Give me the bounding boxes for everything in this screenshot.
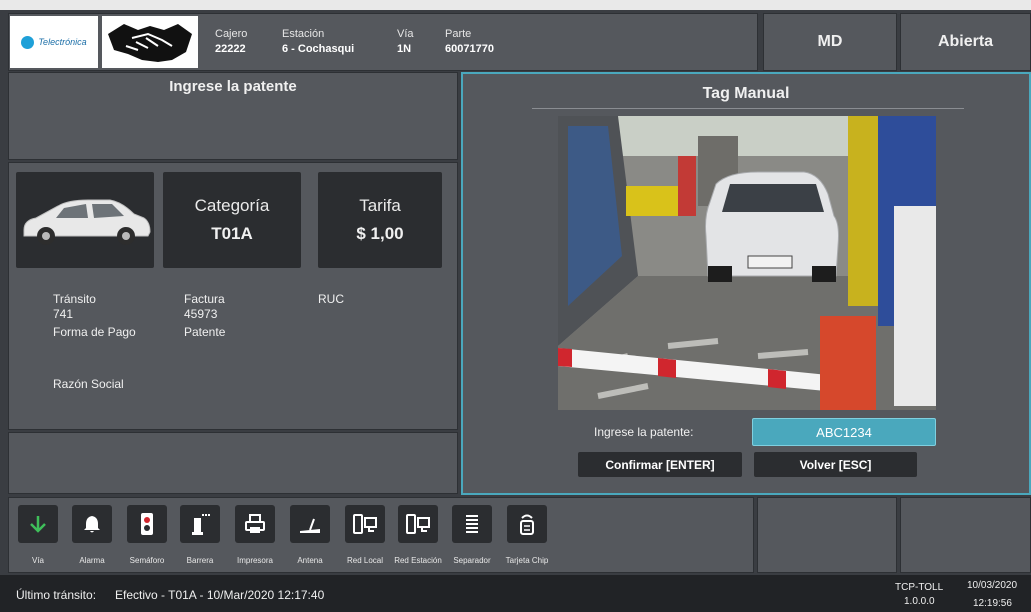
footer-date: 10/03/2020	[967, 580, 1018, 591]
top-strip	[0, 0, 1031, 10]
antenna-icon	[300, 518, 320, 533]
ruc-label: RUC	[318, 292, 344, 306]
toolbar-label-separador: Separador	[453, 556, 491, 565]
message-panel	[8, 432, 458, 494]
telectronica-logo: Telectrónica	[10, 16, 98, 68]
red-estacion-button[interactable]	[398, 505, 438, 543]
antena-button[interactable]	[290, 505, 330, 543]
network-icon	[406, 514, 430, 534]
toolbar-label-impresora: Impresora	[236, 556, 273, 565]
patente-label: Patente	[184, 325, 226, 339]
toolbar-label-tarjeta-chip: Tarjeta Chip	[505, 556, 549, 565]
toolbar-label-alarma: Alarma	[79, 556, 105, 565]
alarma-button[interactable]	[72, 505, 112, 543]
semaforo-button[interactable]	[127, 505, 167, 543]
forma-pago-label: Forma de Pago	[53, 325, 136, 339]
printer-icon	[245, 514, 265, 533]
app-name: TCP-TOLL	[895, 582, 944, 593]
categoria-value: T01A	[211, 224, 253, 243]
red-local-button[interactable]	[345, 505, 385, 543]
brand-mark-icon	[21, 35, 35, 49]
tarjeta-chip-button[interactable]	[507, 505, 547, 543]
left-title: Ingrese la patente	[169, 78, 297, 95]
categoria-card: Categoría T01A	[163, 172, 301, 268]
toolbar-label-semaforo: Semáforo	[129, 556, 165, 565]
tag-manual-title: Tag Manual	[702, 85, 790, 102]
toolbar-label-red-local: Red Local	[346, 556, 384, 565]
tarifa-label: Tarifa	[359, 196, 401, 215]
via-button[interactable]	[18, 505, 58, 543]
impresora-button[interactable]	[235, 505, 275, 543]
barrera-button[interactable]	[180, 505, 220, 543]
categoria-label: Categoría	[194, 196, 270, 215]
chip-card-icon	[520, 514, 534, 535]
lane-status: Abierta	[900, 13, 1031, 71]
handshake-icon	[102, 16, 198, 68]
estacion-label: Estación	[282, 28, 325, 40]
back-button[interactable]: Volver [ESC]	[754, 452, 917, 477]
vehicle-image	[16, 172, 154, 268]
traffic-light-icon	[141, 513, 153, 535]
brand-name: Telectrónica	[38, 37, 87, 47]
cajero-value: 22222	[215, 43, 246, 55]
plate-input[interactable]: ABC1234	[752, 418, 936, 446]
factura-label: Factura	[184, 292, 225, 306]
last-transit-label: Último tránsito:	[16, 588, 97, 602]
razon-social-label: Razón Social	[53, 377, 124, 391]
aux-panel-1	[757, 497, 897, 573]
network-icon	[353, 514, 377, 534]
mode-indicator: MD	[763, 13, 897, 71]
aux-panel-2	[900, 497, 1031, 573]
via-value: 1N	[397, 43, 412, 55]
estacion-value: 6 - Cochasqui	[282, 43, 355, 55]
toolbar-label-red-estacion: Red Estación	[394, 556, 442, 565]
transito-value: 741	[53, 307, 74, 321]
cajero-field: Cajero 22222	[215, 16, 247, 70]
car-icon	[23, 199, 151, 245]
parte-value: 60071770	[445, 43, 494, 55]
last-transit-value: Efectivo - T01A - 10/Mar/2020 12:17:40	[115, 588, 325, 602]
tarifa-value: $ 1,00	[356, 224, 404, 243]
parte-field: Parte 60071770	[445, 16, 494, 70]
factura-value: 45973	[184, 307, 218, 321]
plate-input-label: Ingrese la patente:	[594, 425, 694, 439]
separador-button[interactable]	[452, 505, 492, 543]
transito-label: Tránsito	[53, 292, 96, 306]
barrier-icon	[192, 514, 210, 535]
app-version: 1.0.0.0	[904, 596, 935, 607]
via-label: Vía	[397, 28, 414, 40]
footer-time: 12:19:56	[973, 598, 1012, 609]
cajero-label: Cajero	[215, 28, 248, 40]
toolbar-label-barrera: Barrera	[186, 556, 214, 565]
confirm-button[interactable]: Confirmar [ENTER]	[578, 452, 742, 477]
arrow-down-icon	[30, 516, 46, 533]
parte-label: Parte	[445, 28, 472, 40]
bell-icon	[84, 516, 100, 533]
toolbar-label-via: Vía	[31, 556, 44, 565]
tarifa-card: Tarifa $ 1,00	[318, 172, 442, 268]
separator-icon	[466, 515, 478, 533]
lane-status-text: Abierta	[937, 33, 994, 50]
toolbar-label-antena: Antena	[297, 556, 323, 565]
lane-camera-image	[558, 116, 936, 410]
estacion-field: Estación 6 - Cochasqui	[282, 16, 354, 70]
via-field: Vía 1N	[397, 16, 414, 70]
title-divider	[532, 108, 964, 109]
mode-text: MD	[817, 33, 843, 50]
